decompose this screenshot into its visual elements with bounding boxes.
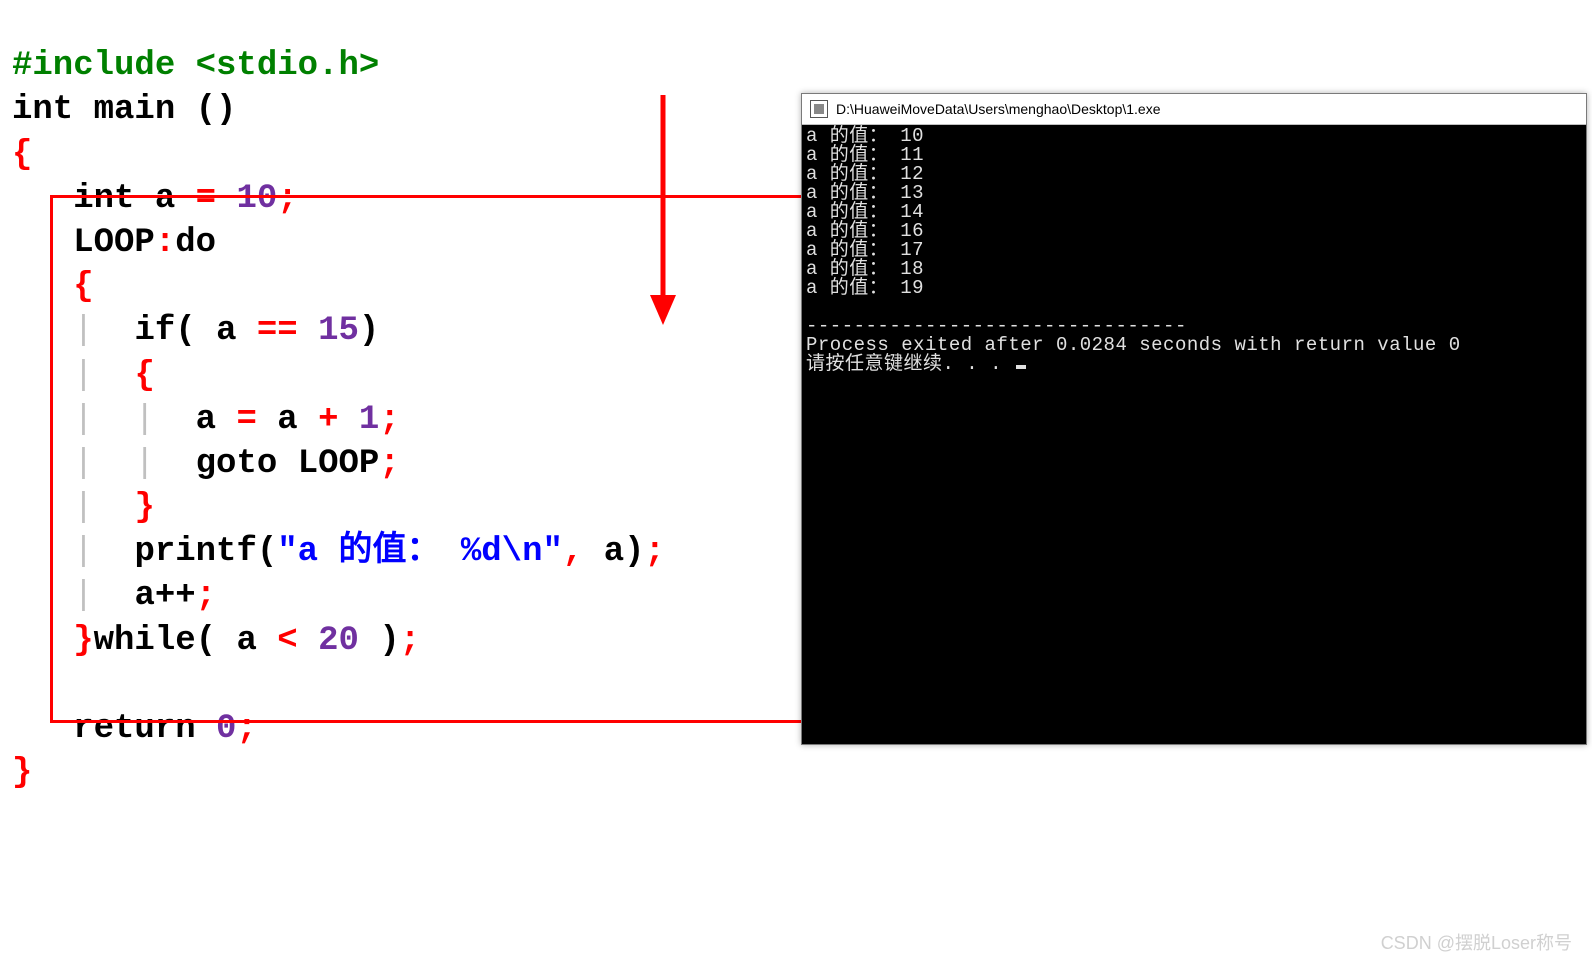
return-type: int xyxy=(12,91,73,129)
console-title: D:\HuaweiMoveData\Users\menghao\Desktop\… xyxy=(836,101,1161,117)
return-value: 0 xyxy=(216,710,236,748)
init-value: 10 xyxy=(236,180,277,218)
printf-string: "a 的值： %d\n" xyxy=(277,533,563,571)
post-increment: a++ xyxy=(134,577,195,615)
decl-var: a xyxy=(155,180,175,218)
app-icon xyxy=(810,100,828,118)
goto-keyword: goto xyxy=(196,445,278,483)
if-keyword: if xyxy=(134,312,175,350)
code-editor: #include <stdio.h> int main () { int a =… xyxy=(12,0,665,795)
printf-call: printf xyxy=(134,533,256,571)
cmp-value: 15 xyxy=(318,312,359,350)
decl-type: int xyxy=(73,180,134,218)
console-body[interactable]: a 的值： 10 a 的值： 11 a 的值： 12 a 的值： 13 a 的值… xyxy=(802,125,1586,744)
watermark: CSDN @摆脱Loser称号 xyxy=(1381,929,1572,955)
loop-label: LOOP xyxy=(73,224,155,262)
limit-value: 20 xyxy=(318,622,359,660)
preprocessor-line: #include <stdio.h> xyxy=(12,47,379,85)
console-title-bar[interactable]: D:\HuaweiMoveData\Users\menghao\Desktop\… xyxy=(802,94,1586,125)
close-brace: } xyxy=(12,754,32,792)
cursor-icon xyxy=(1016,365,1026,369)
return-keyword: return xyxy=(73,710,195,748)
while-keyword: while xyxy=(94,622,196,660)
main-func-name: main xyxy=(94,91,176,129)
console-window: D:\HuaweiMoveData\Users\menghao\Desktop\… xyxy=(801,93,1587,745)
open-brace: { xyxy=(12,136,32,174)
do-keyword: do xyxy=(175,224,216,262)
goto-target: LOOP xyxy=(298,445,380,483)
